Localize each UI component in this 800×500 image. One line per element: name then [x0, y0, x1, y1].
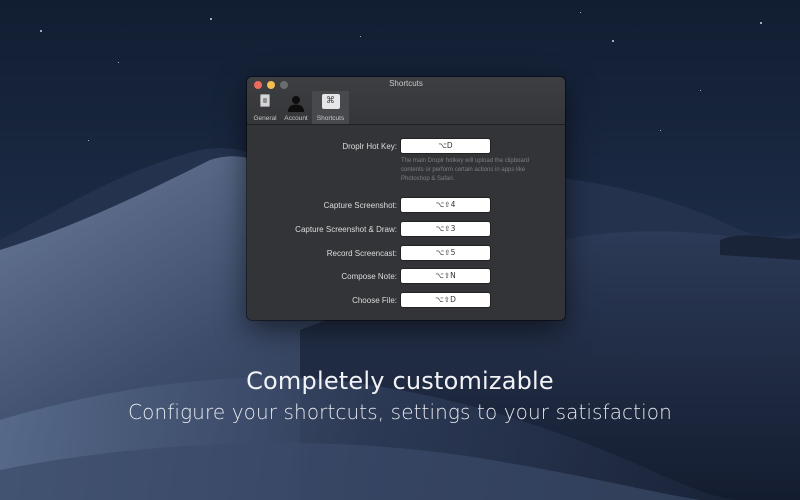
tab-label: General — [253, 115, 277, 122]
compose-note-label: Compose Note: — [341, 272, 397, 281]
compose-note-field[interactable]: ⌥⇧N — [401, 269, 490, 283]
star — [580, 12, 581, 13]
choose-file-label: Choose File: — [352, 296, 397, 305]
record-screencast-label: Record Screencast: — [326, 249, 397, 258]
capture-screenshot-draw-field[interactable]: ⌥⇧3 — [401, 222, 490, 236]
choose-file-field[interactable]: ⌥⇧D — [401, 293, 490, 307]
tab-shortcuts[interactable]: ⌘ Shortcuts — [312, 91, 349, 124]
droplr-hotkey-field[interactable]: ⌥D — [401, 139, 490, 153]
star — [760, 22, 762, 24]
tab-label: Account — [284, 115, 308, 122]
capture-screenshot-label: Capture Screenshot: — [323, 201, 397, 210]
star — [118, 62, 119, 63]
subheadline: Configure your shortcuts, settings to yo… — [128, 400, 672, 424]
star — [700, 90, 701, 91]
window-title: Shortcuts — [389, 79, 423, 88]
preferences-window: Shortcuts General Account ⌘ Shortcuts Dr… — [247, 77, 565, 320]
switch-icon — [260, 94, 270, 107]
star — [40, 30, 42, 32]
tab-account[interactable]: Account — [281, 91, 311, 124]
tab-general[interactable]: General — [250, 91, 280, 124]
headline: Completely customizable — [246, 367, 554, 395]
record-screencast-field[interactable]: ⌥⇧5 — [401, 246, 490, 260]
capture-screenshot-field[interactable]: ⌥⇧4 — [401, 198, 490, 212]
capture-screenshot-draw-label: Capture Screenshot & Draw: — [295, 225, 397, 234]
star — [660, 130, 661, 131]
star — [612, 40, 614, 42]
person-silhouette-icon — [288, 96, 304, 112]
tab-label: Shortcuts — [316, 115, 345, 122]
hotkey-hint: The main Droplr hotkey will upload the c… — [401, 158, 530, 182]
window-toolbar: Shortcuts General Account ⌘ Shortcuts — [247, 77, 565, 125]
star — [360, 36, 361, 37]
star — [88, 140, 89, 141]
star — [210, 18, 212, 20]
droplr-hotkey-label: Droplr Hot Key: — [342, 142, 397, 151]
command-key-icon: ⌘ — [321, 94, 340, 109]
